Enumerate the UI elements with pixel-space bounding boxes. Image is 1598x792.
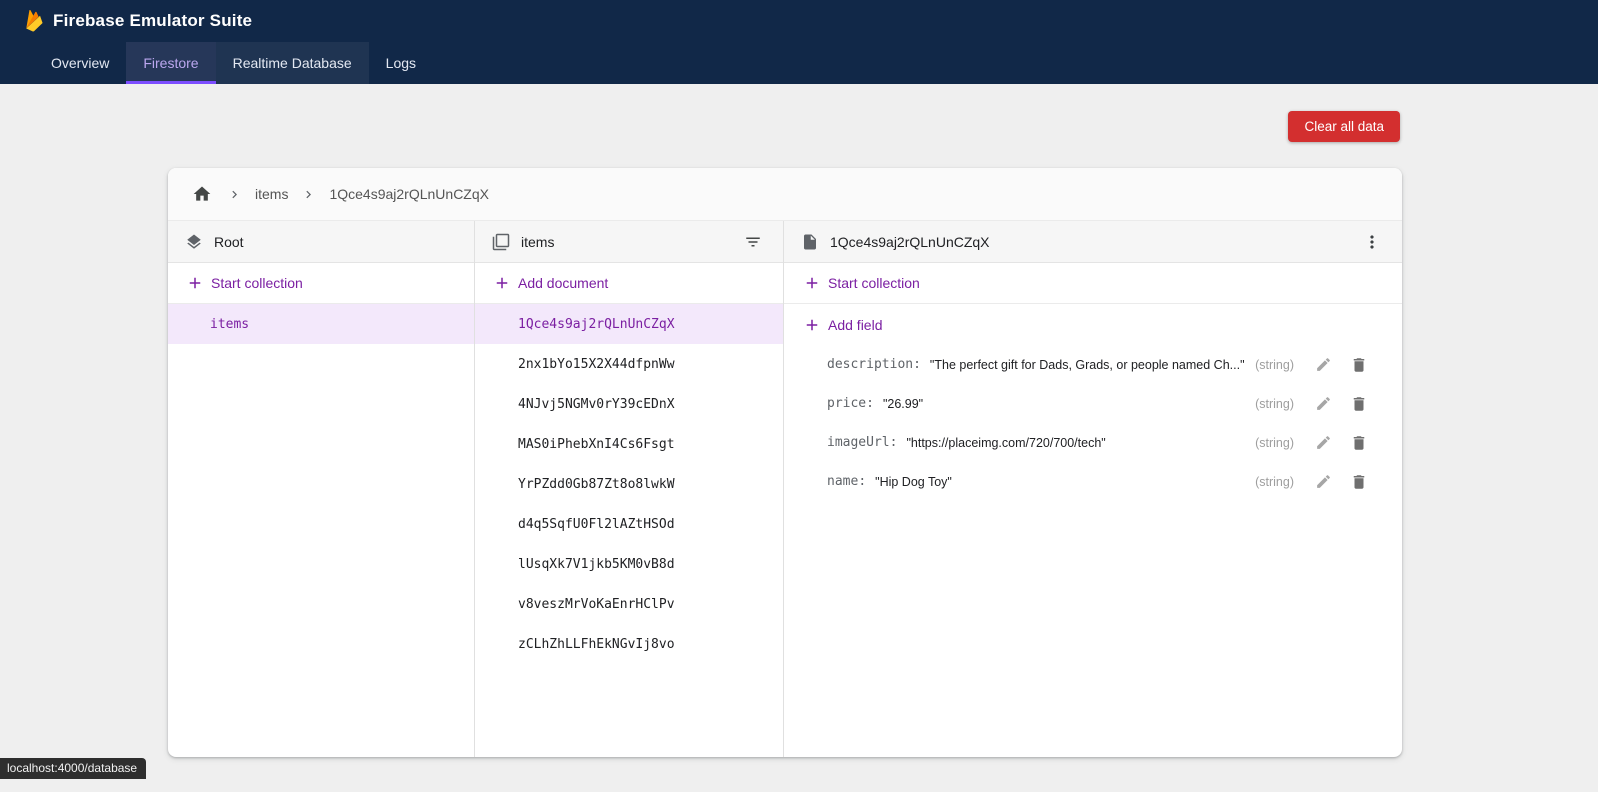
field-type: (string) [1255,397,1294,411]
field-key: imageUrl [827,435,897,450]
field-value: "The perfect gift for Dads, Grads, or pe… [930,358,1245,372]
pencil-icon [1315,473,1332,490]
field-row: imageUrl "https://placeimg.com/720/700/t… [784,423,1402,462]
add-field-label: Add field [828,317,882,333]
doc-start-collection-button[interactable]: Start collection [784,263,1402,304]
edit-field-button[interactable] [1308,467,1338,497]
pencil-icon [1315,356,1332,373]
filter-icon [744,233,762,251]
document-row[interactable]: 4NJvj5NGMv0rY39cEDnX [475,384,783,424]
chevron-right-icon [227,187,242,202]
plus-icon [186,274,204,292]
firebase-logo-icon [22,8,43,34]
filter-documents-button[interactable] [737,226,769,258]
trash-icon [1350,434,1368,452]
edit-field-button[interactable] [1308,428,1338,458]
delete-field-button[interactable] [1344,389,1374,419]
pencil-icon [1315,434,1332,451]
trash-icon [1350,395,1368,413]
trash-icon [1350,356,1368,374]
tab-realtime-database[interactable]: Realtime Database [216,42,369,84]
field-row: name "Hip Dog Toy" (string) [784,462,1402,501]
field-type: (string) [1255,475,1294,489]
collection-panel: items Add document 1Qce4s9aj2rQLnUnCZqX [475,221,784,757]
home-icon [192,184,212,204]
tab-logs[interactable]: Logs [369,42,433,84]
root-icon [185,233,203,251]
delete-field-button[interactable] [1344,350,1374,380]
firestore-data-card: items 1Qce4s9aj2rQLnUnCZqX Root [168,168,1402,757]
document-panel: 1Qce4s9aj2rQLnUnCZqX Start collection [784,221,1402,757]
document-row[interactable]: MAS0iPhebXnI4Cs6Fsgt [475,424,783,464]
status-bar: localhost:4000/database [0,758,146,779]
collection-icon [492,233,510,251]
field-list: description "The perfect gift for Dads, … [784,345,1402,501]
tab-overview[interactable]: Overview [34,42,126,84]
field-type: (string) [1255,436,1294,450]
document-more-options-button[interactable] [1356,226,1388,258]
collection-row[interactable]: items [168,304,474,344]
add-field-button[interactable]: Add field [784,304,1402,345]
field-actions: (string) [1255,428,1374,458]
app-title: Firebase Emulator Suite [53,11,252,31]
plus-icon [493,274,511,292]
pencil-icon [1315,395,1332,412]
field-key: name [827,474,866,489]
document-row[interactable]: 1Qce4s9aj2rQLnUnCZqX [475,304,783,344]
add-document-label: Add document [518,275,608,291]
breadcrumb: items 1Qce4s9aj2rQLnUnCZqX [168,168,1402,221]
plus-icon [803,274,821,292]
field-actions: (string) [1255,350,1374,380]
clear-all-data-button[interactable]: Clear all data [1288,111,1400,142]
document-row[interactable]: zCLhZhLLFhEkNGvIj8vo [475,624,783,664]
doc-start-collection-label: Start collection [828,275,920,291]
collection-panel-header: items [475,221,783,263]
app-header: Firebase Emulator Suite [0,0,1598,42]
delete-field-button[interactable] [1344,428,1374,458]
field-type: (string) [1255,358,1294,372]
document-row[interactable]: 2nx1bYo15X2X44dfpnWw [475,344,783,384]
breadcrumb-collection[interactable]: items [255,186,288,202]
delete-field-button[interactable] [1344,467,1374,497]
home-button[interactable] [190,182,214,206]
root-panel: Root Start collection items [168,221,475,757]
field-key: price [827,396,874,411]
edit-field-button[interactable] [1308,350,1338,380]
breadcrumb-document[interactable]: 1Qce4s9aj2rQLnUnCZqX [329,186,489,202]
field-row: description "The perfect gift for Dads, … [784,345,1402,384]
field-key: description [827,357,921,372]
field-row: price "26.99" (string) [784,384,1402,423]
start-collection-button[interactable]: Start collection [168,263,474,304]
collection-panel-title: items [521,234,554,250]
panel-columns: Root Start collection items items [168,221,1402,757]
field-value: "Hip Dog Toy" [875,475,952,489]
document-icon [801,233,819,251]
toolbar: Clear all data [0,84,1598,142]
document-panel-header: 1Qce4s9aj2rQLnUnCZqX [784,221,1402,263]
field-value: "https://placeimg.com/720/700/tech" [906,436,1105,450]
plus-icon [803,316,821,334]
field-actions: (string) [1255,389,1374,419]
chevron-right-icon [301,187,316,202]
edit-field-button[interactable] [1308,389,1338,419]
document-row[interactable]: v8veszMrVoKaEnrHClPv [475,584,783,624]
field-actions: (string) [1255,467,1374,497]
main-content: Clear all data items 1Qce4s9aj2rQLnUnCZq… [0,84,1598,757]
start-collection-label: Start collection [211,275,303,291]
kebab-menu-icon [1362,232,1382,252]
trash-icon [1350,473,1368,491]
field-value: "26.99" [883,397,923,411]
add-document-button[interactable]: Add document [475,263,783,304]
document-row[interactable]: lUsqXk7V1jkb5KM0vB8d [475,544,783,584]
document-panel-title: 1Qce4s9aj2rQLnUnCZqX [830,234,990,250]
root-panel-header: Root [168,221,474,263]
main-nav: Overview Firestore Realtime Database Log… [0,42,1598,84]
document-row[interactable]: YrPZdd0Gb87Zt8o8lwkW [475,464,783,504]
root-panel-title: Root [214,234,244,250]
tab-firestore[interactable]: Firestore [126,42,215,84]
document-row[interactable]: d4q5SqfU0Fl2lAZtHSOd [475,504,783,544]
